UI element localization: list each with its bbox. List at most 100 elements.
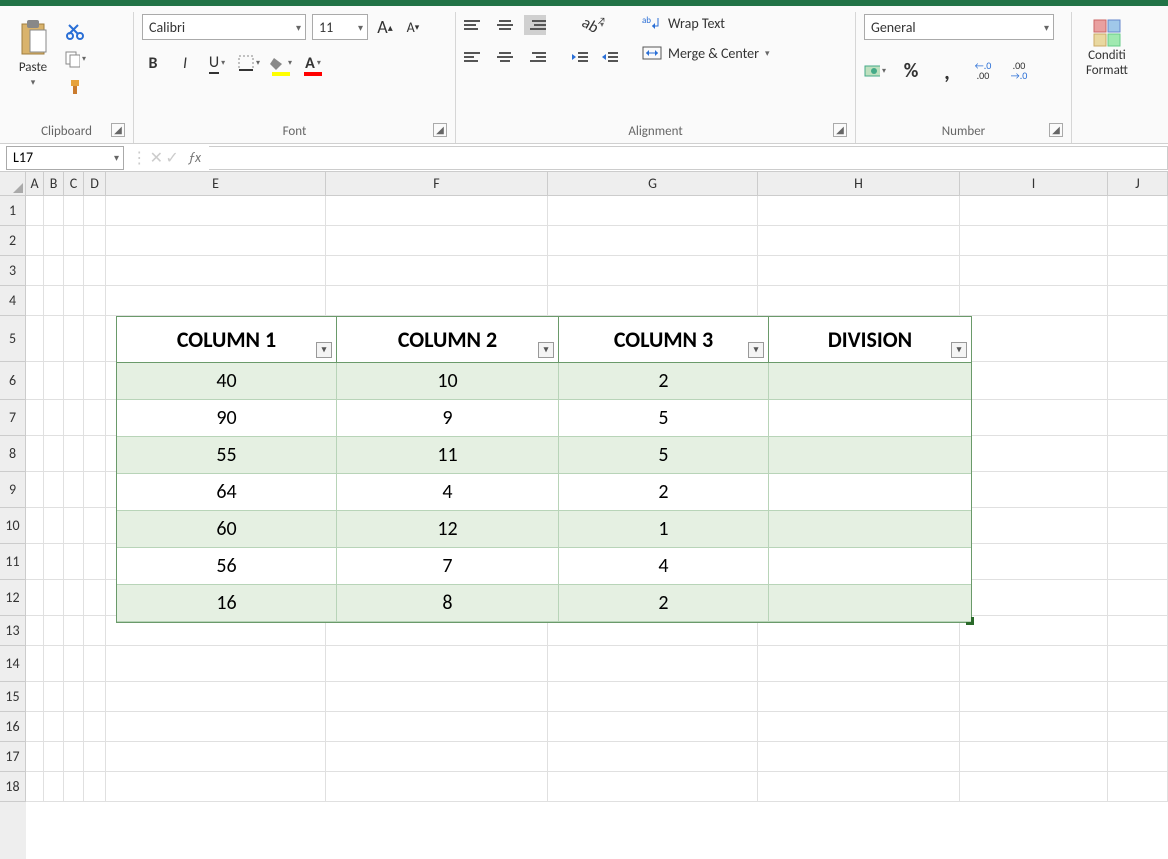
table-header-1[interactable]: COLUMN 2▾ <box>337 317 559 363</box>
table-cell[interactable] <box>769 363 971 400</box>
table-cell[interactable]: 9 <box>337 400 559 437</box>
align-right-button[interactable] <box>524 47 546 67</box>
number-format-combo[interactable]: General▾ <box>864 14 1054 40</box>
table-cell[interactable]: 2 <box>559 363 769 400</box>
column-header-I[interactable]: I <box>960 172 1108 195</box>
table-row[interactable]: 6442 <box>117 474 971 511</box>
alignment-dialog-launcher[interactable]: ◢ <box>833 123 847 137</box>
accounting-format-button[interactable]: ▾ <box>864 60 886 82</box>
align-middle-button[interactable] <box>494 15 516 35</box>
decrease-decimal-button[interactable]: .00→.0 <box>1008 60 1030 82</box>
select-all-corner[interactable] <box>0 172 26 196</box>
row-header-9[interactable]: 9 <box>0 472 26 508</box>
row-header-15[interactable]: 15 <box>0 682 26 712</box>
format-painter-button[interactable] <box>64 76 86 98</box>
font-size-combo[interactable]: 11▾ <box>312 14 368 40</box>
table-row[interactable]: 5674 <box>117 548 971 585</box>
table-cell[interactable]: 2 <box>559 585 769 622</box>
orientation-button[interactable]: ab↗▾ <box>582 14 604 36</box>
fill-color-button[interactable]: ▾ <box>270 52 292 74</box>
table-cell[interactable]: 4 <box>559 548 769 585</box>
fx-icon[interactable]: ƒx <box>188 149 201 166</box>
cut-button[interactable] <box>64 20 86 42</box>
row-header-4[interactable]: 4 <box>0 286 26 316</box>
row-header-7[interactable]: 7 <box>0 400 26 436</box>
table-cell[interactable]: 8 <box>337 585 559 622</box>
percent-button[interactable]: % <box>900 60 922 82</box>
wrap-text-button[interactable]: ab Wrap Text <box>642 14 770 32</box>
column-header-J[interactable]: J <box>1108 172 1168 195</box>
font-dialog-launcher[interactable]: ◢ <box>433 123 447 137</box>
row-header-2[interactable]: 2 <box>0 226 26 256</box>
align-top-button[interactable] <box>464 15 486 35</box>
increase-font-button[interactable]: A▴ <box>374 16 396 38</box>
table-cell[interactable] <box>769 585 971 622</box>
table-cell[interactable]: 1 <box>559 511 769 548</box>
table-cell[interactable]: 2 <box>559 474 769 511</box>
row-header-5[interactable]: 5 <box>0 316 26 362</box>
merge-center-button[interactable]: Merge & Center ▾ <box>642 44 770 62</box>
row-header-14[interactable]: 14 <box>0 646 26 682</box>
table-cell[interactable]: 5 <box>559 437 769 474</box>
cells-area[interactable]: COLUMN 1▾COLUMN 2▾COLUMN 3▾DIVISION▾ 401… <box>26 196 1168 859</box>
name-box[interactable]: L17▾ <box>6 146 124 170</box>
italic-button[interactable]: I <box>174 52 196 74</box>
column-header-F[interactable]: F <box>326 172 548 195</box>
table-cell[interactable]: 55 <box>117 437 337 474</box>
filter-button[interactable]: ▾ <box>538 342 554 358</box>
font-name-combo[interactable]: Calibri▾ <box>142 14 306 40</box>
table-row[interactable]: 60121 <box>117 511 971 548</box>
row-header-1[interactable]: 1 <box>0 196 26 226</box>
paste-button[interactable]: Paste ▾ <box>8 14 58 92</box>
column-header-C[interactable]: C <box>64 172 84 195</box>
table-header-2[interactable]: COLUMN 3▾ <box>559 317 769 363</box>
table-cell[interactable]: 64 <box>117 474 337 511</box>
table-header-0[interactable]: COLUMN 1▾ <box>117 317 337 363</box>
font-color-button[interactable]: A▾ <box>302 52 324 74</box>
table-cell[interactable] <box>769 511 971 548</box>
align-center-button[interactable] <box>494 47 516 67</box>
table-cell[interactable] <box>769 400 971 437</box>
column-header-E[interactable]: E <box>106 172 326 195</box>
bold-button[interactable]: B <box>142 52 164 74</box>
table-cell[interactable]: 5 <box>559 400 769 437</box>
row-headers[interactable]: 123456789101112131415161718 <box>0 196 26 859</box>
clipboard-dialog-launcher[interactable]: ◢ <box>111 123 125 137</box>
row-header-17[interactable]: 17 <box>0 742 26 772</box>
table-cell[interactable] <box>769 474 971 511</box>
decrease-indent-button[interactable] <box>570 46 592 68</box>
table-cell[interactable]: 12 <box>337 511 559 548</box>
table-cell[interactable]: 90 <box>117 400 337 437</box>
table-resize-handle[interactable] <box>966 617 974 625</box>
row-header-16[interactable]: 16 <box>0 712 26 742</box>
column-header-A[interactable]: A <box>26 172 44 195</box>
table-cell[interactable]: 7 <box>337 548 559 585</box>
row-header-10[interactable]: 10 <box>0 508 26 544</box>
table-cell[interactable]: 16 <box>117 585 337 622</box>
increase-decimal-button[interactable]: ←.0.00 <box>972 60 994 82</box>
filter-button[interactable]: ▾ <box>748 342 764 358</box>
column-header-D[interactable]: D <box>84 172 106 195</box>
table-cell[interactable]: 60 <box>117 511 337 548</box>
table-cell[interactable] <box>769 548 971 585</box>
row-header-8[interactable]: 8 <box>0 436 26 472</box>
data-table[interactable]: COLUMN 1▾COLUMN 2▾COLUMN 3▾DIVISION▾ 401… <box>116 316 972 623</box>
table-row[interactable]: 1682 <box>117 585 971 622</box>
increase-indent-button[interactable] <box>600 46 622 68</box>
table-cell[interactable] <box>769 437 971 474</box>
row-header-18[interactable]: 18 <box>0 772 26 802</box>
row-header-11[interactable]: 11 <box>0 544 26 580</box>
table-cell[interactable]: 10 <box>337 363 559 400</box>
column-header-G[interactable]: G <box>548 172 758 195</box>
comma-button[interactable]: , <box>936 60 958 82</box>
table-cell[interactable]: 4 <box>337 474 559 511</box>
row-header-3[interactable]: 3 <box>0 256 26 286</box>
row-header-13[interactable]: 13 <box>0 616 26 646</box>
column-headers[interactable]: ABCDEFGHIJ <box>26 172 1168 196</box>
table-row[interactable]: 9095 <box>117 400 971 437</box>
table-row[interactable]: 40102 <box>117 363 971 400</box>
table-cell[interactable]: 40 <box>117 363 337 400</box>
formula-input[interactable] <box>209 146 1168 170</box>
align-bottom-button[interactable] <box>524 15 546 35</box>
align-left-button[interactable] <box>464 47 486 67</box>
